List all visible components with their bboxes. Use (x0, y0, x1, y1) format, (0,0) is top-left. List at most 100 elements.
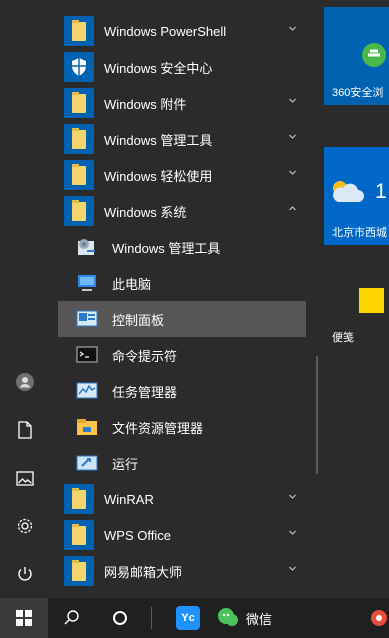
weather-temp: 1 (375, 180, 387, 203)
folder-icon (72, 127, 86, 149)
taskbar: Yc 微信 (0, 598, 389, 638)
app-item-wps-office[interactable]: WPS Office (58, 517, 306, 553)
task-manager-icon (72, 376, 102, 406)
app-label: WPS Office (104, 527, 171, 543)
app-item-windows-accessories[interactable]: Windows 附件 (58, 85, 306, 121)
app-item-command-prompt[interactable]: 命令提示符 (58, 337, 306, 373)
search-button[interactable] (48, 598, 96, 638)
wechat-icon (218, 608, 238, 626)
power-icon (18, 567, 32, 581)
start-menu-rail (0, 0, 50, 598)
scrollbar[interactable] (316, 356, 318, 474)
weather-location: 北京市西城 (332, 227, 387, 239)
app-label: 文件资源管理器 (112, 420, 204, 436)
chevron-down-icon (289, 494, 296, 499)
settings-icon (17, 518, 33, 534)
tile-label: 便笺 (332, 332, 354, 344)
tile-sticky-notes[interactable]: 便笺 (324, 252, 389, 350)
document-icon (18, 421, 32, 439)
tile-weather[interactable]: 1 北京市西城 (324, 147, 389, 245)
app-label: WinRAR (104, 491, 154, 507)
folder-icon (72, 559, 86, 581)
yc-app-icon: Yc (176, 606, 200, 630)
folder-icon (72, 19, 86, 41)
folder-icon (72, 487, 86, 509)
chevron-up-icon (289, 206, 296, 211)
app-label: Windows 管理工具 (104, 132, 213, 148)
user-avatar-button[interactable] (0, 358, 50, 406)
app-label: 此电脑 (112, 276, 152, 292)
file-explorer-icon (72, 412, 102, 442)
cortana-icon (113, 611, 127, 625)
settings-button[interactable] (0, 502, 50, 550)
app-item-windows-ease-of-access[interactable]: Windows 轻松使用 (58, 157, 306, 193)
app-item-windows-powershell[interactable]: Windows PowerShell (58, 13, 306, 49)
app-tile (64, 160, 94, 190)
app-item-this-pc[interactable]: 此电脑 (58, 265, 306, 301)
tile-360-browser[interactable]: 360安全浏 (324, 7, 389, 105)
app-tile (64, 484, 94, 514)
app-label: 任务管理器 (112, 384, 178, 400)
command-prompt-icon (72, 340, 102, 370)
folder-open-icon (72, 199, 86, 221)
this-pc-icon (72, 268, 102, 298)
app-tile (64, 556, 94, 586)
app-tile (64, 124, 94, 154)
app-item-file-explorer[interactable]: 文件资源管理器 (58, 409, 306, 445)
live-tiles-panel: 360安全浏 1 北京市西城 便笺 (324, 0, 389, 598)
taskbar-app-yc[interactable]: Yc (170, 598, 206, 638)
sticky-note-icon (359, 288, 384, 313)
control-panel-icon (72, 304, 102, 334)
user-avatar-icon (16, 373, 34, 391)
taskbar-app-chrome[interactable] (368, 598, 389, 638)
app-tile (64, 520, 94, 550)
app-item-run[interactable]: 运行 (58, 445, 306, 481)
app-label: Windows 管理工具 (112, 240, 221, 256)
app-item-netease-mail[interactable]: 网易邮箱大师 (58, 553, 306, 589)
app-item-windows-admin-tools[interactable]: Windows 管理工具 (58, 121, 306, 157)
windows-logo-icon (16, 610, 32, 626)
app-item-winrar[interactable]: WinRAR (58, 481, 306, 517)
search-icon (64, 610, 79, 625)
app-label: Windows PowerShell (104, 23, 227, 39)
app-tile (64, 196, 94, 226)
run-icon (72, 448, 102, 478)
app-label: 运行 (112, 456, 139, 472)
chevron-down-icon (289, 98, 296, 103)
shield-icon (72, 58, 86, 76)
chevron-down-icon (289, 134, 296, 139)
app-tile (64, 16, 94, 46)
chevron-down-icon (289, 170, 296, 175)
pictures-button[interactable] (0, 454, 50, 502)
folder-icon (72, 523, 86, 545)
chevron-down-icon (289, 530, 296, 535)
chrome-icon (370, 610, 387, 626)
app-tile (64, 88, 94, 118)
app-item-windows-security[interactable]: Windows 安全中心 (58, 49, 306, 85)
chevron-down-icon (289, 26, 296, 31)
power-button[interactable] (0, 550, 50, 598)
app-label: Windows 附件 (104, 96, 187, 112)
app-label: 控制面板 (112, 312, 165, 328)
app-item-windows-system[interactable]: Windows 系统 (58, 193, 306, 229)
app-item-task-manager[interactable]: 任务管理器 (58, 373, 306, 409)
tile-label: 360安全浏 (332, 87, 384, 99)
app-label: Windows 安全中心 (104, 60, 213, 76)
taskbar-app-wechat[interactable]: 微信 (216, 598, 288, 638)
wechat-label: 微信 (246, 611, 273, 627)
app-tile (64, 52, 94, 82)
documents-button[interactable] (0, 406, 50, 454)
app-label: 命令提示符 (112, 348, 178, 364)
chevron-down-icon (289, 566, 296, 571)
task-view-button[interactable] (96, 598, 144, 638)
folder-icon (72, 91, 86, 113)
pictures-icon (16, 470, 34, 486)
app-list: Windows PowerShell Windows 安全中心 Windows … (58, 0, 316, 598)
app-label: Windows 轻松使用 (104, 168, 213, 184)
app-item-control-panel[interactable]: 控制面板 (58, 301, 306, 337)
admin-tools-icon (72, 232, 102, 262)
app-label: 网易邮箱大师 (104, 564, 183, 580)
start-button[interactable] (0, 598, 48, 638)
browser-360-icon (362, 43, 386, 67)
app-item-windows-admin-tools-sub[interactable]: Windows 管理工具 (58, 229, 306, 265)
